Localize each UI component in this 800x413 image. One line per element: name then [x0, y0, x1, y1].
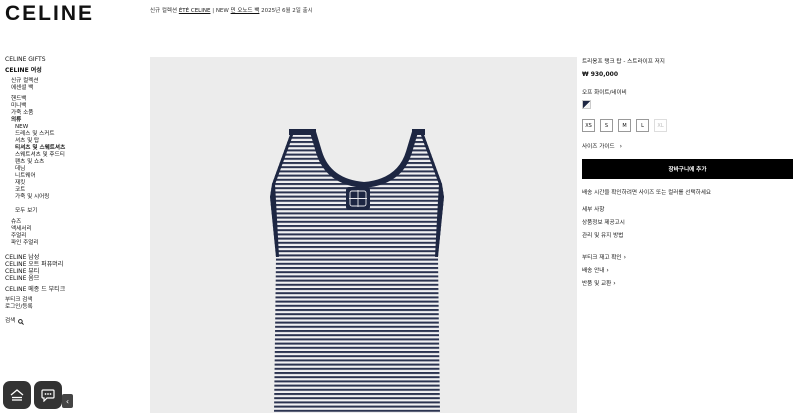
nav-jewelry[interactable]: 주얼리 [5, 233, 145, 240]
nav-boutique-search[interactable]: 부티크 검색 [5, 297, 145, 304]
size-option-m[interactable]: M [618, 119, 631, 132]
nav-tshirts-sweatshirts[interactable]: 티셔츠 및 스웨트셔츠 [5, 145, 145, 152]
product-details: 트리옹프 탱크 탑 - 스트라이프 저지 ₩ 930,000 오프 화이트/네이… [582, 56, 794, 292]
nav-search[interactable]: 검색 [5, 318, 145, 325]
nav-dresses-skirts[interactable]: 드레스 및 스커트 [5, 131, 145, 138]
nav-shoes[interactable]: 슈즈 [5, 219, 145, 226]
collapse-toggle[interactable]: ‹ [62, 394, 73, 408]
banner-prefix: 신규 컬렉션 [150, 8, 179, 14]
announcement-banner: 신규 컬렉션 ÉTÉ CELINE | NEW 민 오노드 백 2025년 6월… [150, 6, 313, 14]
boutique-stock-label: 부티크 재고 확인 [582, 255, 622, 261]
nav-knitwear[interactable]: 니트웨어 [5, 173, 145, 180]
chevron-right-icon: › [619, 142, 623, 150]
delivery-info-link[interactable]: 배송 안내 › [582, 266, 794, 274]
nav-pants-shorts[interactable]: 팬츠 및 쇼츠 [5, 159, 145, 166]
banner-mid: | NEW [210, 8, 231, 14]
size-option-xs[interactable]: XS [582, 119, 595, 132]
nav-women-essential-bags[interactable]: 에센셜 백 [5, 85, 145, 92]
celine-logo[interactable]: CELINE [5, 2, 94, 26]
nav-coats[interactable]: 코트 [5, 187, 145, 194]
banner-link-ete-celine[interactable]: ÉTÉ CELINE [179, 8, 211, 14]
boutique-stock-link[interactable]: 부티크 재고 확인 › [582, 253, 794, 261]
color-label: 오프 화이트/네이비 [582, 90, 627, 96]
nav-login[interactable]: 로그인/등록 [5, 304, 145, 311]
chevron-left-icon: ‹ [65, 396, 70, 406]
nav-mini-bags[interactable]: 미니백 [5, 103, 145, 110]
nav-fine-jewelry[interactable]: 파인 주얼리 [5, 240, 145, 247]
product-image [270, 129, 444, 413]
product-image-gallery[interactable] [150, 57, 577, 413]
size-guide-link[interactable]: 사이즈 가이드 › [582, 142, 794, 151]
size-option-s[interactable]: S [600, 119, 613, 132]
chevron-right-icon: › [606, 267, 609, 274]
delivery-info-label: 배송 안내 [582, 268, 605, 274]
nav-women[interactable]: CELINE 여성 [5, 67, 145, 74]
product-name: 트리옹프 탱크 탑 - 스트라이프 저지 [582, 59, 665, 65]
size-guide-label: 사이즈 가이드 [582, 144, 615, 150]
nav-leather-goods[interactable]: 가죽 소품 [5, 110, 145, 117]
sidebar-nav: CELINE GIFTS CELINE 여성 신규 컬렉션 에센셜 백 핸드백 … [5, 56, 145, 325]
size-option-xl[interactable]: XL [654, 119, 667, 132]
product-info-notice-link[interactable]: 상품정보 제공고시 [582, 218, 794, 226]
product-info-links: 세부 사항 상품정보 제공고시 관리 및 유지 방법 부티크 재고 확인 › 배송… [582, 205, 794, 287]
nav-homme[interactable]: CELINE 옴므 [5, 275, 145, 282]
returns-link[interactable]: 반품 및 교환 › [582, 279, 794, 287]
color-swatch[interactable] [582, 100, 591, 109]
home-button[interactable] [3, 381, 31, 409]
search-icon [18, 318, 25, 325]
add-to-cart-button[interactable]: 장바구니에 추가 [582, 159, 793, 179]
nav-haute-parfumerie[interactable]: CELINE 오트 퍼퓨머리 [5, 261, 145, 268]
size-option-l[interactable]: L [636, 119, 649, 132]
nav-sweatshirts-hoodies[interactable]: 스웨트셔츠 및 후드티 [5, 152, 145, 159]
nav-shirts-tops[interactable]: 셔츠 및 탑 [5, 138, 145, 145]
size-selector: XS S M L XL [582, 119, 794, 132]
returns-label: 반품 및 교환 [582, 281, 612, 287]
tank-top-illustration [270, 129, 444, 413]
nav-men[interactable]: CELINE 남성 [5, 254, 145, 261]
nav-jackets[interactable]: 재킷 [5, 180, 145, 187]
nav-leather-shearling[interactable]: 가죽 및 시어링 [5, 194, 145, 201]
nav-handbags[interactable]: 핸드백 [5, 96, 145, 103]
nav-view-all[interactable]: 모두 보기 [5, 208, 145, 215]
delivery-note: 배송 시간을 확인하려면 사이즈 또는 컬러를 선택하세요 [582, 190, 712, 196]
nav-accessories[interactable]: 액세서리 [5, 226, 145, 233]
nav-gifts[interactable]: CELINE GIFTS [5, 56, 145, 63]
nav-beauty[interactable]: CELINE 뷰티 [5, 268, 145, 275]
care-link[interactable]: 관리 및 유지 방법 [582, 231, 794, 239]
nav-clothing-new[interactable]: NEW [5, 124, 145, 131]
product-price: ₩ 930,000 [582, 71, 619, 78]
chat-icon [41, 388, 55, 402]
nav-denim[interactable]: 데님 [5, 166, 145, 173]
banner-suffix: 2025년 6월 2일 출시 [259, 8, 313, 14]
chevron-right-icon: › [613, 280, 616, 287]
nav-maison[interactable]: CELINE 메종 드 부티크 [5, 286, 145, 293]
nav-search-label: 검색 [5, 318, 16, 324]
chevron-right-icon: › [623, 254, 626, 261]
chat-button[interactable] [34, 381, 62, 409]
banner-link-new-bag[interactable]: 민 오노드 백 [231, 8, 260, 14]
details-link[interactable]: 세부 사항 [582, 205, 794, 213]
nav-women-new-collection[interactable]: 신규 컬렉션 [5, 78, 145, 85]
home-icon [10, 389, 24, 401]
triomphe-logo [346, 187, 370, 210]
nav-clothing[interactable]: 의류 [5, 117, 145, 124]
